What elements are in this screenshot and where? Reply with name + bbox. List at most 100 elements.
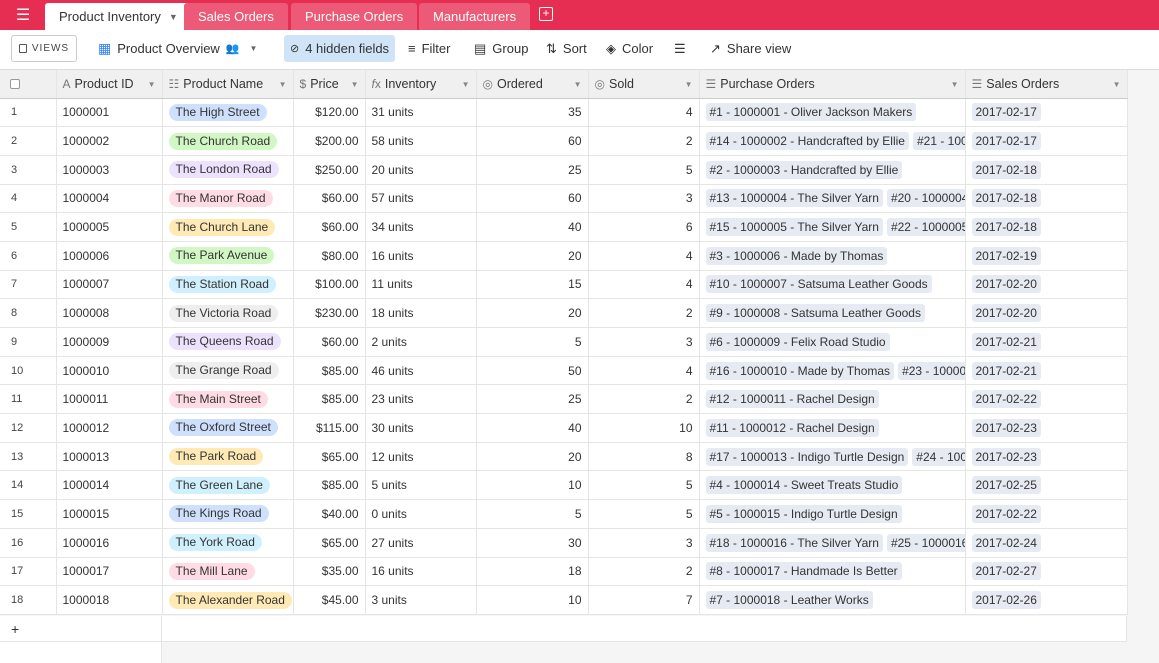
- cell-purchase-orders[interactable]: #10 - 1000007 - Satsuma Leather Goods: [699, 270, 966, 300]
- cell-price[interactable]: $120.00: [293, 98, 366, 128]
- tab-product-inventory[interactable]: Product Inventory ▼: [45, 3, 192, 30]
- cell-sales-orders[interactable]: 2017-02-21: [965, 327, 1128, 357]
- sales-order-chip[interactable]: 2017-02-23: [971, 418, 1041, 437]
- cell-sold[interactable]: 3: [588, 528, 700, 558]
- cell-purchase-orders[interactable]: #7 - 1000018 - Leather Works: [699, 585, 966, 615]
- cell-product-name[interactable]: The Park Avenue: [162, 241, 294, 271]
- cell-sold[interactable]: 2: [588, 126, 700, 156]
- purchase-order-chip[interactable]: #12 - 1000011 - Rachel Design: [705, 390, 879, 409]
- chevron-down-icon[interactable]: ▼: [279, 80, 287, 89]
- cell-purchase-orders[interactable]: #3 - 1000006 - Made by Thomas: [699, 241, 966, 271]
- sales-order-chip[interactable]: 2017-02-21: [971, 361, 1041, 380]
- sales-order-chip[interactable]: 2017-02-23: [971, 447, 1041, 466]
- purchase-order-chip[interactable]: #22 - 1000005 - The Silver Yarn: [886, 218, 964, 237]
- cell-product-id[interactable]: 1000013: [56, 442, 163, 472]
- purchase-order-chip[interactable]: #9 - 1000008 - Satsuma Leather Goods: [705, 304, 925, 323]
- cell-sales-orders[interactable]: 2017-02-23: [965, 413, 1128, 443]
- product-name-pill[interactable]: The Grange Road: [168, 362, 279, 380]
- cell-inventory[interactable]: 27 units: [365, 528, 477, 558]
- cell-sales-orders[interactable]: 2017-02-25: [965, 470, 1128, 501]
- cell-product-id[interactable]: 1000009: [56, 327, 163, 357]
- cell-sales-orders[interactable]: 2017-02-18: [965, 212, 1128, 242]
- cell-sold[interactable]: 3: [588, 184, 700, 214]
- cell-price[interactable]: $85.00: [293, 356, 366, 386]
- product-name-pill[interactable]: The Mill Lane: [168, 562, 255, 580]
- cell-sold[interactable]: 4: [588, 270, 700, 300]
- hamburger-menu-icon[interactable]: ☰: [8, 3, 38, 27]
- cell-product-id[interactable]: 1000003: [56, 155, 163, 185]
- cell-product-id[interactable]: 1000014: [56, 470, 163, 501]
- cell-price[interactable]: $65.00: [293, 442, 366, 472]
- purchase-order-chip[interactable]: #13 - 1000004 - The Silver Yarn: [705, 189, 883, 208]
- cell-inventory[interactable]: 46 units: [365, 356, 477, 386]
- cell-product-name[interactable]: The Queens Road: [162, 327, 294, 357]
- cell-ordered[interactable]: 20: [476, 241, 589, 271]
- cell-product-name[interactable]: The Oxford Street: [162, 413, 294, 443]
- views-button[interactable]: VIEWS: [11, 35, 77, 62]
- purchase-order-chip[interactable]: #1 - 1000001 - Oliver Jackson Makers: [705, 103, 917, 122]
- group-button[interactable]: ▤ Group: [468, 35, 534, 62]
- cell-sales-orders[interactable]: 2017-02-17: [965, 126, 1128, 156]
- purchase-order-chip[interactable]: #21 - 1000002 - Handcrafted by Ellie: [912, 132, 964, 151]
- cell-price[interactable]: $45.00: [293, 585, 366, 615]
- cell-price[interactable]: $80.00: [293, 241, 366, 271]
- cell-sold[interactable]: 2: [588, 557, 700, 587]
- cell-ordered[interactable]: 10: [476, 585, 589, 615]
- cell-sold[interactable]: 4: [588, 241, 700, 271]
- cell-price[interactable]: $250.00: [293, 155, 366, 185]
- table-row[interactable]: 9 1000009 The Queens Road $60.00 2 units 5 3 #6…: [0, 327, 1128, 357]
- product-name-pill[interactable]: The Church Road: [168, 132, 278, 150]
- cell-sales-orders[interactable]: 2017-02-19: [965, 241, 1128, 271]
- cell-product-name[interactable]: The Grange Road: [162, 356, 294, 386]
- chevron-down-icon[interactable]: ▼: [685, 80, 693, 89]
- cell-product-id[interactable]: 1000016: [56, 528, 163, 558]
- table-row[interactable]: 7 1000007 The Station Road $100.00 11 units 1…: [0, 270, 1128, 300]
- cell-purchase-orders[interactable]: #1 - 1000001 - Oliver Jackson Makers: [699, 98, 966, 128]
- column-header-sales-orders[interactable]: ☰ Sales Orders ▼: [965, 70, 1128, 99]
- cell-ordered[interactable]: 20: [476, 298, 589, 328]
- table-row[interactable]: 13 1000013 The Park Road $65.00 12 units 20 8 #…: [0, 442, 1128, 472]
- cell-purchase-orders[interactable]: #4 - 1000014 - Sweet Treats Studio: [699, 470, 966, 501]
- cell-product-name[interactable]: The Kings Road: [162, 499, 294, 529]
- chevron-down-icon[interactable]: ▼: [351, 80, 359, 89]
- purchase-order-chip[interactable]: #25 - 1000016 - The Silver Yarn: [886, 533, 964, 552]
- cell-sold[interactable]: 8: [588, 442, 700, 472]
- table-row[interactable]: 11 1000011 The Main Street $85.00 23 units 25…: [0, 384, 1128, 415]
- cell-product-id[interactable]: 1000010: [56, 356, 163, 386]
- cell-ordered[interactable]: 40: [476, 413, 589, 443]
- cell-price[interactable]: $115.00: [293, 413, 366, 443]
- table-row[interactable]: 1 1000001 The High Street $120.00 31 units 35…: [0, 98, 1128, 128]
- product-name-pill[interactable]: The London Road: [168, 161, 279, 179]
- cell-sold[interactable]: 10: [588, 413, 700, 443]
- cell-purchase-orders[interactable]: #12 - 1000011 - Rachel Design: [699, 384, 966, 415]
- purchase-order-chip[interactable]: #15 - 1000005 - The Silver Yarn: [705, 218, 883, 237]
- cell-inventory[interactable]: 18 units: [365, 298, 477, 328]
- sales-order-chip[interactable]: 2017-02-20: [971, 275, 1041, 294]
- sales-order-chip[interactable]: 2017-02-20: [971, 304, 1041, 323]
- chevron-down-icon[interactable]: ▼: [951, 80, 959, 89]
- table-row[interactable]: 14 1000014 The Green Lane $85.00 5 units 10 5 #…: [0, 470, 1128, 501]
- purchase-order-chip[interactable]: #3 - 1000006 - Made by Thomas: [705, 246, 888, 265]
- cell-product-name[interactable]: The Mill Lane: [162, 557, 294, 587]
- cell-inventory[interactable]: 11 units: [365, 270, 477, 300]
- cell-sold[interactable]: 5: [588, 470, 700, 501]
- table-row[interactable]: 2 1000002 The Church Road $200.00 58 units 60…: [0, 126, 1128, 156]
- chevron-down-icon[interactable]: ▼: [574, 80, 582, 89]
- cell-inventory[interactable]: 34 units: [365, 212, 477, 242]
- cell-price[interactable]: $85.00: [293, 470, 366, 501]
- column-header-product-name[interactable]: ☷ Product Name ▼: [162, 70, 294, 99]
- cell-ordered[interactable]: 15: [476, 270, 589, 300]
- hide-fields-button[interactable]: ⊘ 4 hidden fields: [284, 35, 396, 62]
- cell-purchase-orders[interactable]: #6 - 1000009 - Felix Road Studio: [699, 327, 966, 357]
- select-all-checkbox[interactable]: [10, 79, 20, 90]
- product-name-pill[interactable]: The Park Road: [168, 448, 264, 466]
- cell-inventory[interactable]: 12 units: [365, 442, 477, 472]
- cell-product-id[interactable]: 1000006: [56, 241, 163, 271]
- purchase-order-chip[interactable]: #2 - 1000003 - Handcrafted by Ellie: [705, 160, 903, 179]
- cell-product-name[interactable]: The Victoria Road: [162, 298, 294, 328]
- cell-sales-orders[interactable]: 2017-02-18: [965, 184, 1128, 214]
- cell-sold[interactable]: 4: [588, 356, 700, 386]
- purchase-order-chip[interactable]: #14 - 1000002 - Handcrafted by Ellie: [705, 132, 909, 151]
- purchase-order-chip[interactable]: #16 - 1000010 - Made by Thomas: [705, 361, 895, 380]
- column-header-inventory[interactable]: fx Inventory ▼: [365, 70, 477, 99]
